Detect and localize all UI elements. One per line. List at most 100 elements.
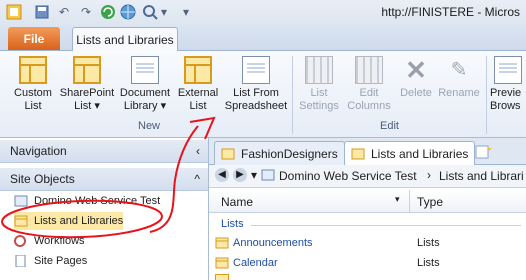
- navigation-title: Navigation: [10, 144, 67, 158]
- group-separator: [292, 56, 293, 134]
- column-type[interactable]: Type: [417, 195, 443, 209]
- workflow-icon: [14, 235, 28, 247]
- doc-tab-label: FashionDesigners: [241, 146, 338, 161]
- spreadsheet-icon: [242, 56, 270, 84]
- button-label: List: [310, 87, 328, 99]
- site-objects-header[interactable]: Site Objects ^: [0, 168, 208, 191]
- group-label-new: New: [138, 120, 161, 132]
- external-list-button[interactable]: External List: [174, 56, 222, 113]
- list-icon: [19, 56, 47, 84]
- settings-icon: [305, 56, 333, 84]
- preview-dropdown-icon[interactable]: ▾: [160, 4, 168, 20]
- button-label: Delete: [400, 87, 432, 99]
- navigation-pane: Navigation ‹ Site Objects ^ Domino Web S…: [0, 138, 209, 280]
- column-name[interactable]: Name: [221, 195, 253, 209]
- document-library-icon: [131, 56, 159, 84]
- button-label: Rename: [438, 87, 480, 99]
- button-label: Previe: [490, 87, 522, 99]
- section-label: Lists: [221, 218, 244, 230]
- button-label: List From: [233, 87, 279, 99]
- list-section-header: Lists: [209, 216, 526, 234]
- expand-icon[interactable]: ^: [194, 168, 200, 190]
- globe-icon[interactable]: [120, 4, 136, 20]
- list-icon: [14, 215, 28, 227]
- table-row[interactable]: Calendar Lists: [209, 254, 526, 272]
- list-icon: [215, 237, 229, 252]
- quick-access-toolbar: ↶ ↷ ▾ ▾ http://FINISTERE - Micros: [0, 0, 526, 26]
- nav-item-label: Site Pages: [34, 255, 88, 267]
- save-icon[interactable]: [34, 4, 50, 20]
- button-label: Columns: [347, 100, 391, 112]
- nav-item-site[interactable]: Domino Web Service Test: [14, 192, 160, 210]
- button-label: Spreadsheet: [224, 100, 288, 112]
- back-icon[interactable]: ◀: [215, 168, 229, 182]
- breadcrumb: ◀ ▶ ▾ Domino Web Service Test › Lists an…: [209, 165, 526, 188]
- nav-item-label: Lists and Libraries: [34, 215, 124, 227]
- nav-item-workflows[interactable]: Workflows: [14, 232, 85, 250]
- button-label: Settings: [299, 100, 339, 112]
- new-tab-icon[interactable]: [474, 144, 492, 160]
- row-type: Lists: [417, 237, 440, 249]
- sharepoint-list-button[interactable]: SharePoint List ▾: [58, 56, 116, 113]
- group-separator: [486, 56, 487, 134]
- list-settings-button[interactable]: List Settings: [296, 56, 342, 113]
- refresh-icon[interactable]: [100, 4, 116, 20]
- edit-columns-icon: [355, 56, 383, 84]
- tab-lists-and-libraries[interactable]: Lists and Libraries: [72, 27, 178, 52]
- preview-icon[interactable]: [142, 4, 158, 20]
- button-label: List: [189, 100, 207, 112]
- delete-icon: ✕: [405, 55, 427, 85]
- breadcrumb-page[interactable]: Lists and Librari: [439, 169, 524, 183]
- button-label: Brows: [490, 100, 521, 112]
- button-label: Custom: [14, 87, 52, 99]
- section-rule: [251, 225, 521, 226]
- site-objects-title: Site Objects: [10, 172, 75, 186]
- button-label: Document: [119, 87, 171, 99]
- collapse-icon[interactable]: ‹: [196, 140, 200, 162]
- list-icon: [215, 257, 229, 272]
- edit-columns-button[interactable]: Edit Columns: [344, 56, 394, 113]
- doc-tab-lists-and-libraries[interactable]: Lists and Libraries: [344, 141, 476, 165]
- undo-icon[interactable]: ↶: [56, 4, 72, 20]
- site-icon: [261, 169, 275, 184]
- doc-tab-fashiondesigners[interactable]: FashionDesigners: [214, 141, 345, 165]
- nav-item-label: Workflows: [34, 235, 85, 247]
- delete-button[interactable]: ✕ Delete: [396, 56, 436, 100]
- customize-qat-icon[interactable]: ▾: [178, 4, 194, 20]
- nav-item-lists-and-libraries[interactable]: Lists and Libraries: [14, 212, 124, 230]
- redo-icon[interactable]: ↷: [78, 4, 94, 20]
- preview-in-browser-button[interactable]: Previe Brows: [490, 56, 526, 113]
- file-tab[interactable]: File: [8, 27, 60, 50]
- site-icon: [14, 195, 28, 207]
- row-type: Lists: [417, 257, 440, 269]
- list-icon: [215, 274, 229, 280]
- sort-dropdown-icon[interactable]: ▾: [395, 194, 400, 205]
- list-from-spreadsheet-button[interactable]: List From Spreadsheet: [222, 56, 290, 113]
- doc-tab-label: Lists and Libraries: [371, 146, 469, 161]
- nav-item-site-pages[interactable]: Site Pages: [14, 252, 87, 270]
- app-icon[interactable]: [6, 4, 22, 20]
- button-label: External: [177, 87, 219, 99]
- page-icon: [14, 254, 28, 268]
- breadcrumb-dropdown-icon[interactable]: ▾: [251, 168, 257, 182]
- forward-icon[interactable]: ▶: [233, 168, 247, 182]
- breadcrumb-separator-icon: ›: [427, 168, 431, 182]
- breadcrumb-site[interactable]: Domino Web Service Test: [279, 169, 417, 183]
- nav-item-label: Domino Web Service Test: [34, 195, 161, 207]
- navigation-header: Navigation ‹: [0, 140, 208, 163]
- window-title: http://FINISTERE - Micros: [381, 5, 520, 19]
- custom-list-button[interactable]: Custom List: [8, 56, 58, 113]
- column-divider: [409, 190, 410, 212]
- rename-button[interactable]: ✎ Rename: [436, 56, 482, 100]
- list-icon: [221, 148, 235, 160]
- column-header: Name ▾ Type: [209, 190, 526, 213]
- button-label: List: [24, 100, 42, 112]
- button-label: List ▾: [74, 100, 100, 112]
- document-library-button[interactable]: Document Library ▾: [116, 56, 174, 113]
- row-name[interactable]: Calendar: [233, 257, 278, 269]
- rename-icon: ✎: [450, 59, 468, 81]
- table-row[interactable]: Announcements Lists: [209, 234, 526, 252]
- list-icon: [73, 56, 101, 84]
- button-label: Library ▾: [123, 100, 167, 112]
- row-name[interactable]: Announcements: [233, 237, 313, 249]
